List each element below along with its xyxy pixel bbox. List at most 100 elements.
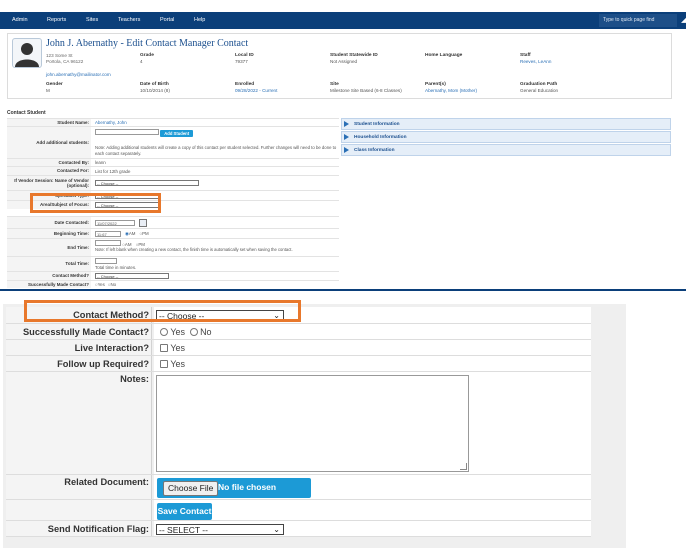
contacted-for-row: Contacted For: List for 12th grade <box>7 166 339 175</box>
beginning-time-label: Beginning Time: <box>7 229 91 238</box>
divider <box>0 289 686 291</box>
parents-label: Parent(s) <box>425 82 446 87</box>
success-no-label: No <box>200 327 212 337</box>
notification-selected-value: -- SELECT -- <box>159 525 208 535</box>
live-interaction-checkbox[interactable] <box>160 344 168 352</box>
success-field: Yes No <box>154 324 591 339</box>
contacted-by-value: leann <box>95 160 106 165</box>
follow-up-row: Follow up Required? Yes <box>6 356 591 372</box>
choose-file-button[interactable]: Choose File <box>163 481 219 496</box>
nav-teachers[interactable]: Teachers <box>118 12 140 29</box>
notification-field: -- SELECT -- ⌄ <box>154 521 591 536</box>
contacted-by-label: Contacted By: <box>7 159 91 166</box>
end-time-input[interactable] <box>95 240 121 246</box>
beginning-time-input[interactable]: 11:67 <box>95 230 121 237</box>
staff-label: Staff <box>520 53 531 58</box>
student-name-label: Student Name: <box>7 119 91 126</box>
nav-reports[interactable]: Reports <box>47 12 66 29</box>
related-document-row: Related Document: Choose File No file ch… <box>6 475 591 500</box>
statewide-id-value: Not Assigned <box>330 59 358 64</box>
expand-triangle-icon <box>344 147 349 153</box>
parents-link[interactable]: Abernathy, Mom (Mother) <box>425 88 477 93</box>
chevron-down-icon: ⌄ <box>273 525 280 534</box>
save-contact-button[interactable]: Save Contact <box>157 503 212 520</box>
calendar-icon[interactable] <box>139 218 147 227</box>
total-time-note: Total time in minutes. <box>95 265 137 270</box>
success-yes-label: Yes <box>170 327 186 337</box>
grade-value: 4 <box>140 59 143 64</box>
add-students-row: Add additional students: Add Student Not… <box>7 126 339 158</box>
add-students-note: Note: Adding additional students will cr… <box>95 145 337 156</box>
notes-label: Notes: <box>6 372 152 474</box>
accordion-class-information[interactable]: Class Information <box>341 144 671 156</box>
success-no-label-small: No <box>110 282 117 287</box>
avatar <box>12 38 42 68</box>
local-id-label: Local ID <box>235 53 254 58</box>
end-time-field: ○AM ○PM Note: If left blank when creatin… <box>95 239 339 257</box>
pm-label: PM <box>142 231 149 236</box>
success-yes-label-small: Yes <box>97 282 105 287</box>
success-label-small: Successfully Made Contact? <box>7 281 91 288</box>
dob-value: 10/10/2014 (8) <box>140 88 170 93</box>
success-no-radio[interactable] <box>189 328 198 336</box>
resize-grip-icon[interactable] <box>460 463 467 470</box>
date-input[interactable]: 11/07/2022 <box>95 219 135 226</box>
contacted-for-value: List for 12th grade <box>95 168 131 174</box>
related-document-label: Related Document: <box>6 475 152 499</box>
nav-admin[interactable]: Admin <box>12 12 28 29</box>
gender-label: Gender <box>46 82 63 87</box>
statewide-id-label: Student Statewide ID <box>330 53 378 58</box>
total-time-row: Total Time: Total time in minutes. <box>7 256 339 271</box>
save-row-label <box>6 500 152 520</box>
notification-select[interactable]: -- SELECT -- ⌄ <box>156 524 284 535</box>
highlight-box-area-of-focus <box>30 193 161 213</box>
accordion-student-information[interactable]: Student Information <box>341 118 671 130</box>
nav-portal[interactable]: Portal <box>160 12 174 29</box>
notification-label: Send Notification Flag: <box>6 521 152 536</box>
add-student-button[interactable]: Add Student <box>160 130 194 137</box>
total-time-field: Total time in minutes. <box>95 257 136 272</box>
gender-value: M <box>46 88 50 93</box>
search-icon[interactable]: ◢ <box>681 15 686 26</box>
add-student-input[interactable] <box>95 129 159 135</box>
total-time-input[interactable] <box>95 258 117 264</box>
notes-field <box>154 372 591 474</box>
end-time-row: End Time: ○AM ○PM Note: If left blank wh… <box>7 238 339 256</box>
no-file-chosen-text: No file chosen <box>218 482 277 492</box>
enrolled-label: Enrolled <box>235 82 255 87</box>
accordion-household-information[interactable]: Household Information <box>341 131 671 143</box>
enrolled-link[interactable]: 09/28/2022 - Current <box>235 88 277 93</box>
contact-method-select-small[interactable]: -- Choose -- <box>95 273 169 279</box>
vendor-select[interactable]: -- Choose -- <box>95 180 199 186</box>
address-line-1: 123 Some St <box>46 53 73 58</box>
vendor-field: -- Choose -- <box>95 176 199 190</box>
live-interaction-option: Yes <box>170 343 186 353</box>
nav-sites[interactable]: Sites <box>86 12 98 29</box>
contact-method-row-small: Contact Method? -- Choose -- <box>7 271 339 280</box>
success-yes-radio[interactable] <box>160 328 168 336</box>
related-document-field: Choose File No file chosen <box>154 475 591 499</box>
graduation-path-value: General Education <box>520 88 559 93</box>
live-interaction-row: Live Interaction? Yes <box>6 340 591 356</box>
follow-up-checkbox[interactable] <box>160 360 168 368</box>
follow-up-option: Yes <box>170 359 186 369</box>
dob-label: Date of Birth <box>140 82 169 87</box>
graduation-path-label: Graduation Path <box>520 82 558 87</box>
success-label: Successfully Made Contact? <box>6 324 152 339</box>
success-row: Successfully Made Contact? Yes No <box>6 324 591 340</box>
page-title: John J. Abernathy - Edit Contact Manager… <box>46 38 249 49</box>
expand-triangle-icon <box>344 121 349 127</box>
nav-help[interactable]: Help <box>194 12 205 29</box>
notification-row: Send Notification Flag: -- SELECT -- ⌄ <box>6 521 591 537</box>
contacted-for-label: Contacted For: <box>7 167 91 175</box>
accordion-label: Household Information <box>354 135 407 140</box>
accordion-label: Class Information <box>354 148 395 153</box>
grade-label: Grade <box>140 53 154 58</box>
user-silhouette-icon <box>15 43 39 67</box>
email-link[interactable]: john.abernathy@mailinator.com <box>46 72 111 77</box>
file-upload-control[interactable]: Choose File No file chosen <box>157 478 311 498</box>
quick-find-input[interactable]: Type to quick page find <box>599 14 677 27</box>
notes-textarea[interactable] <box>156 375 469 472</box>
local-id-value: 79377 <box>235 59 248 64</box>
staff-link[interactable]: Reeves, LeAnn <box>520 59 551 64</box>
